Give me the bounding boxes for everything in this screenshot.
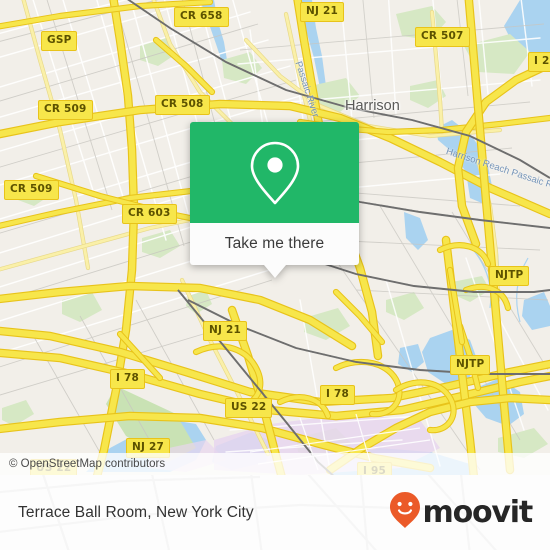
- moovit-wordmark: moovit: [422, 494, 534, 530]
- map-attribution-bar: © OpenStreetMap contributors: [0, 453, 550, 475]
- page-title: Terrace Ball Room, New York City: [18, 503, 254, 521]
- road-shield: CR 507: [415, 27, 470, 47]
- take-me-there-label: Take me there: [224, 235, 325, 252]
- road-shield: GSP: [41, 31, 78, 51]
- popup-pin-panel: [190, 122, 359, 223]
- openstreetmap-attribution[interactable]: © OpenStreetMap contributors: [0, 458, 165, 470]
- moovit-map-screen: .land{fill:#F2EFE9;} .green{fill:#D6E8C4…: [0, 0, 550, 550]
- map-pin-icon: [249, 140, 301, 206]
- footer-bar: Terrace Ball Room, New York City moovit: [0, 475, 550, 550]
- map-canvas[interactable]: .land{fill:#F2EFE9;} .green{fill:#D6E8C4…: [0, 0, 550, 475]
- road-shield: I 280: [528, 52, 550, 72]
- moovit-pin-icon: [389, 491, 421, 534]
- road-shield: NJ 21: [203, 321, 247, 341]
- road-shield: CR 509: [4, 180, 59, 200]
- popup-pointer: [263, 265, 286, 278]
- take-me-there-button[interactable]: Take me there: [190, 223, 359, 265]
- road-shield: I 78: [320, 385, 355, 405]
- road-shield: CR 508: [155, 95, 210, 115]
- road-shield: CR 509: [38, 100, 93, 120]
- moovit-logo[interactable]: moovit: [389, 491, 534, 534]
- road-shield: I 78: [110, 369, 145, 389]
- road-shield: CR 603: [122, 204, 177, 224]
- road-shield: NJTP: [450, 355, 491, 375]
- place-label-harrison: Harrison: [345, 98, 400, 114]
- road-shield: NJTP: [489, 266, 530, 286]
- road-shield: NJ 21: [300, 2, 344, 22]
- location-popup[interactable]: Take me there: [190, 122, 359, 278]
- road-shield: US 22: [225, 398, 273, 418]
- road-shield: CR 658: [174, 7, 229, 27]
